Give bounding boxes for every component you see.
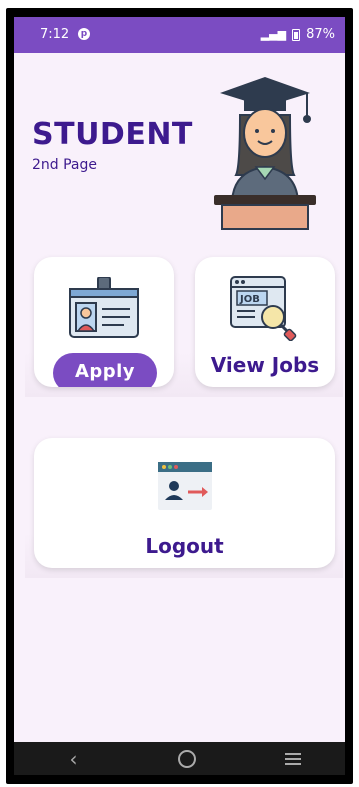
recents-icon[interactable] xyxy=(284,752,301,765)
page-subtitle: 2nd Page xyxy=(32,157,98,173)
screen: 7:12 p ▂▄▆ 87% STUDENT 2nd Page Apply JO… xyxy=(14,17,345,775)
pinterest-icon: p xyxy=(78,28,90,40)
status-time: 7:12 xyxy=(40,27,70,42)
apply-button[interactable]: Apply xyxy=(53,353,157,387)
view-jobs-label: View Jobs xyxy=(210,353,320,377)
navigation-bar: ‹ xyxy=(14,742,345,775)
battery-percent: 87% xyxy=(306,27,335,42)
status-right-group: ▂▄▆ 87% xyxy=(261,27,335,42)
svg-text:JOB: JOB xyxy=(239,294,260,305)
device-frame: 7:12 p ▂▄▆ 87% STUDENT 2nd Page Apply JO… xyxy=(6,8,353,784)
page-title: STUDENT xyxy=(32,117,193,152)
view-jobs-card[interactable]: JOB View Jobs xyxy=(195,257,335,387)
id-card-icon xyxy=(69,277,139,338)
battery-icon xyxy=(292,28,301,41)
logout-card[interactable]: Logout xyxy=(34,438,335,568)
status-bar: 7:12 p ▂▄▆ 87% xyxy=(14,17,345,53)
back-icon[interactable]: ‹ xyxy=(59,747,89,771)
job-search-icon: JOB xyxy=(230,276,297,341)
logout-icon xyxy=(158,462,212,510)
graduate-student-illustration xyxy=(214,77,316,230)
home-icon[interactable] xyxy=(177,749,196,768)
signal-icon: ▂▄▆ xyxy=(260,28,287,41)
apply-card[interactable]: Apply xyxy=(34,257,174,387)
logout-label: Logout xyxy=(145,534,224,558)
